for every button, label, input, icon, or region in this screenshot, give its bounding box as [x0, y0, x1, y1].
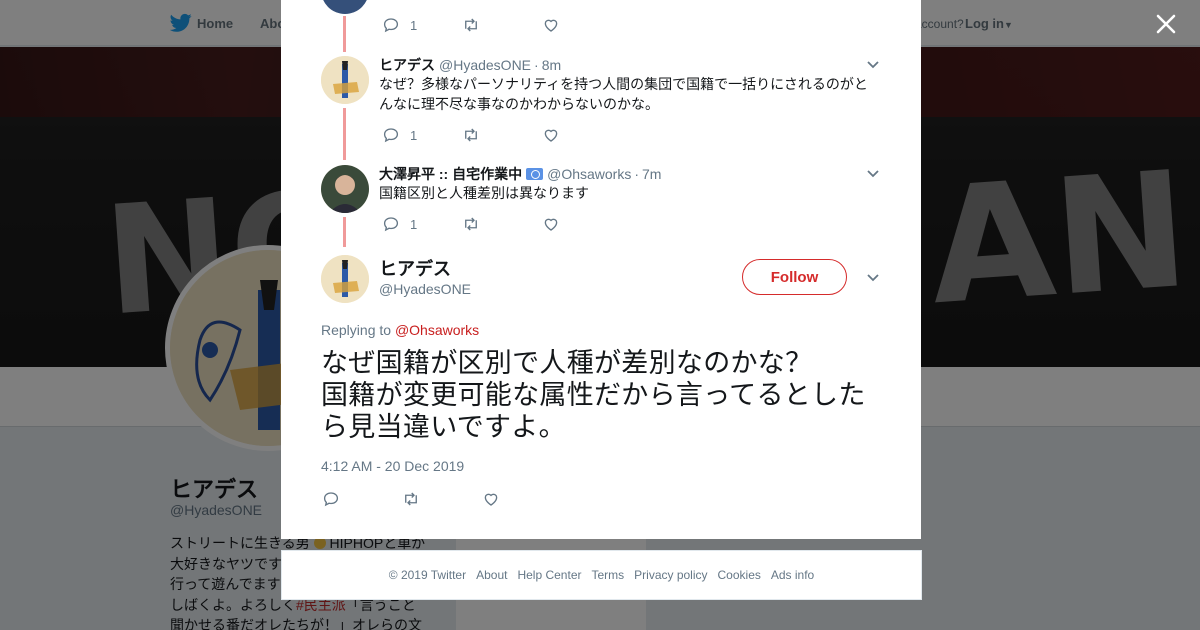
- chevron-down-icon[interactable]: [866, 273, 880, 283]
- reply-button[interactable]: 1: [382, 126, 417, 144]
- tweet-actions: 1: [382, 126, 582, 144]
- retweet-button[interactable]: [462, 16, 480, 34]
- tweet-text: なぜ？多様なパーソナリティを持つ人間の集団で国籍で一括りにされるのがとんなに理不…: [379, 76, 868, 112]
- reply-button[interactable]: [322, 490, 340, 508]
- tweet-author-name[interactable]: ヒアデス: [379, 57, 435, 73]
- main-tweet-timestamp[interactable]: 4:12 AM - 20 Dec 2019: [321, 458, 464, 474]
- thread-tweet[interactable]: ヒアデス @HyadesONE · 8m なぜ？多様なパーソナリティを持つ人間の集団で…: [321, 55, 881, 155]
- like-button[interactable]: [542, 215, 560, 233]
- tweet-actions: 1: [382, 215, 582, 233]
- reply-count: 1: [410, 17, 418, 33]
- tweet-modal: 1 ヒアデス @HyadesONE · 8m なぜ？多様なパーソナリティを持つ人間の集…: [281, 0, 921, 539]
- footer-link-cookies[interactable]: Cookies: [718, 568, 761, 582]
- footer-link-help-center[interactable]: Help Center: [517, 568, 581, 582]
- footer-link-about[interactable]: About: [476, 568, 507, 582]
- tweet-avatar[interactable]: [321, 56, 369, 104]
- main-tweet-actions: [322, 490, 522, 508]
- heart-icon: [544, 218, 558, 231]
- tweet-text: 国籍区別と人種差別は異なります: [379, 185, 589, 201]
- chevron-down-icon[interactable]: [866, 169, 880, 179]
- retweet-icon: [465, 217, 477, 231]
- chevron-down-icon[interactable]: [866, 60, 880, 70]
- reply-count: 1: [410, 216, 418, 232]
- tweet-author-handle[interactable]: @HyadesONE: [439, 57, 531, 73]
- tweet-avatar[interactable]: [321, 165, 369, 213]
- retweet-button[interactable]: [462, 215, 480, 233]
- un-flag-icon: [526, 168, 544, 180]
- footer-link-ads-info[interactable]: Ads info: [771, 568, 814, 582]
- footer-copyright: © 2019 Twitter: [388, 568, 467, 582]
- heart-icon: [484, 493, 498, 506]
- tweet-time[interactable]: 7m: [642, 166, 661, 182]
- retweet-icon: [405, 492, 417, 506]
- retweet-icon: [465, 128, 477, 142]
- tweet-actions: 1: [382, 16, 582, 34]
- reply-button[interactable]: 1: [382, 16, 417, 34]
- modal-footer: © 2019 Twitter About Help Center Terms P…: [281, 550, 922, 600]
- avatar-photo-icon: [321, 165, 369, 213]
- reply-icon: [383, 217, 399, 232]
- tweet-header: 大澤昇平 :: 自宅作業中 @Ohsaworks · 7m: [379, 166, 662, 182]
- footer-link-terms[interactable]: Terms: [591, 568, 624, 582]
- heart-icon: [544, 129, 558, 142]
- avatar-artwork-icon: [321, 56, 369, 104]
- replying-to-link[interactable]: @Ohsaworks: [395, 322, 479, 338]
- main-tweet-avatar[interactable]: [321, 255, 369, 303]
- retweet-button[interactable]: [462, 126, 480, 144]
- like-button[interactable]: [482, 490, 500, 508]
- tweet-avatar[interactable]: [321, 0, 369, 14]
- tweet-author-name[interactable]: 大澤昇平 :: 自宅作業中: [379, 166, 522, 182]
- retweet-button[interactable]: [402, 490, 420, 508]
- close-icon[interactable]: [1152, 10, 1180, 38]
- reply-icon: [383, 18, 399, 33]
- main-tweet-author-handle[interactable]: @HyadesONE: [379, 281, 471, 297]
- thread-tweet[interactable]: 大澤昇平 :: 自宅作業中 @Ohsaworks · 7m 国籍区別と人種差別は異なり…: [321, 164, 881, 244]
- replying-to-line: Replying to @Ohsaworks: [321, 322, 480, 338]
- reply-button[interactable]: 1: [382, 215, 417, 233]
- retweet-icon: [465, 18, 477, 32]
- like-button[interactable]: [542, 126, 560, 144]
- avatar-artwork-icon: [321, 255, 369, 303]
- reply-count: 1: [410, 127, 418, 143]
- footer-link-privacy[interactable]: Privacy policy: [634, 568, 707, 582]
- heart-icon: [544, 19, 558, 32]
- thread-tweet[interactable]: 1: [321, 0, 881, 36]
- tweet-header: ヒアデス @HyadesONE · 8m: [379, 57, 562, 73]
- follow-button[interactable]: Follow: [742, 259, 847, 295]
- reply-icon: [323, 492, 339, 507]
- tweet-time[interactable]: 8m: [542, 57, 561, 73]
- like-button[interactable]: [542, 16, 560, 34]
- main-tweet-text: なぜ国籍が区別で人種が差別なのかな？ 国籍が変更可能な属性だから言ってるとしたら…: [321, 348, 866, 442]
- reply-icon: [383, 128, 399, 143]
- tweet-author-handle[interactable]: @Ohsaworks: [547, 166, 631, 182]
- main-tweet-author-name[interactable]: ヒアデス: [379, 255, 451, 281]
